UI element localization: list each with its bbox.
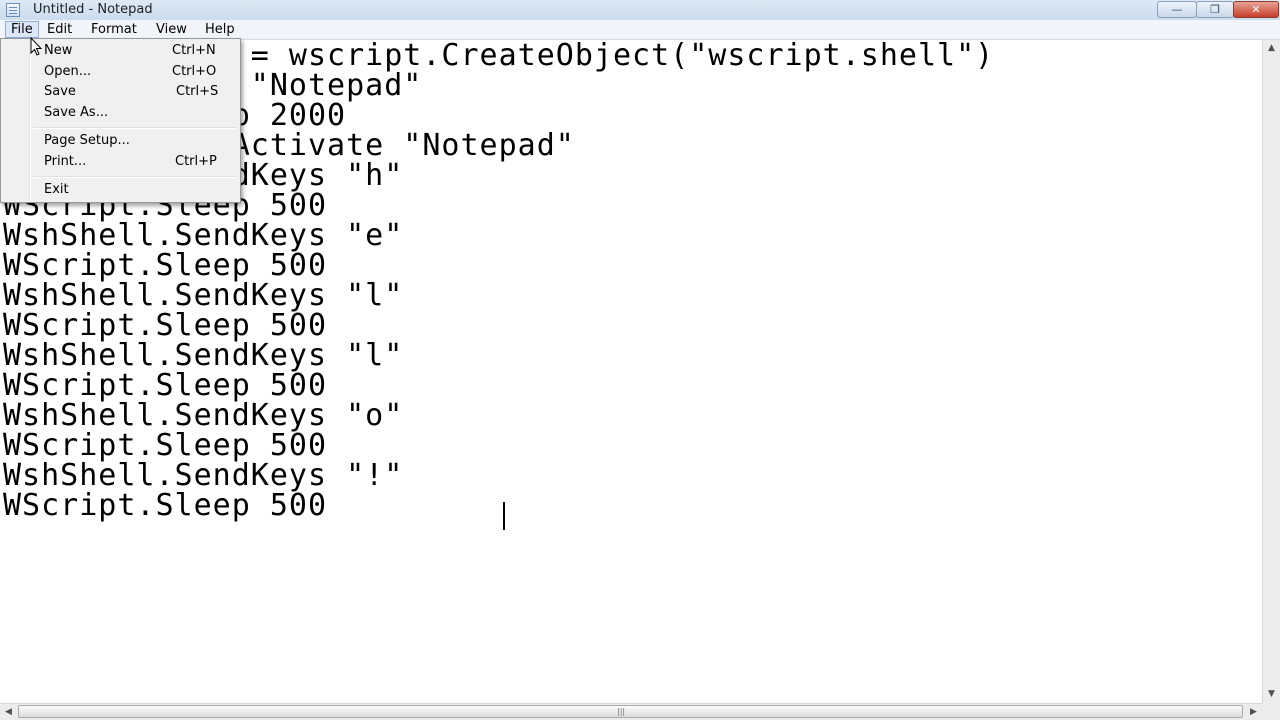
- file-menu-save-shortcut: Ctrl+S: [176, 84, 219, 99]
- notepad-app-icon[interactable]: [6, 3, 20, 17]
- file-menu-exit-label: Exit: [44, 182, 69, 197]
- editor-line-14[interactable]: WScript.Sleep 500: [3, 431, 327, 461]
- file-menu-print[interactable]: Print... Ctrl+P: [3, 152, 238, 172]
- file-menu-dropdown: New Ctrl+N Open... Ctrl+O Save Ctrl+S Sa…: [0, 38, 241, 203]
- file-menu-new-shortcut: Ctrl+N: [172, 43, 216, 58]
- scroll-left-arrow-icon[interactable]: ◀: [0, 704, 17, 720]
- minimize-button[interactable]: —: [1157, 1, 1197, 18]
- file-menu-save-as-label: Save As...: [44, 105, 109, 120]
- menu-separator: [33, 176, 237, 178]
- editor-line-8[interactable]: WScript.Sleep 500: [3, 251, 327, 281]
- scroll-up-arrow-icon[interactable]: ▲: [1263, 40, 1280, 57]
- editor-line-16[interactable]: WScript.Sleep 500: [3, 491, 327, 521]
- editor-line-13[interactable]: WshShell.SendKeys "o": [3, 401, 403, 431]
- maximize-button[interactable]: ❐: [1196, 1, 1234, 18]
- editor-line-9[interactable]: WshShell.SendKeys "l": [3, 281, 403, 311]
- horizontal-scrollbar[interactable]: ◀ ||| ▶: [0, 703, 1262, 720]
- horizontal-scroll-thumb[interactable]: |||: [18, 705, 1243, 718]
- title-bar[interactable]: Untitled - Notepad — ❐ ✕: [0, 0, 1280, 21]
- editor-line-10[interactable]: WScript.Sleep 500: [3, 311, 327, 341]
- menu-file[interactable]: File: [5, 21, 39, 38]
- file-menu-page-setup[interactable]: Page Setup...: [3, 131, 238, 151]
- menu-format[interactable]: Format: [86, 21, 142, 38]
- editor-line-7[interactable]: WshShell.SendKeys "e": [3, 221, 403, 251]
- mouse-pointer-icon: [30, 37, 43, 56]
- text-caret: [503, 502, 505, 530]
- file-menu-exit[interactable]: Exit: [3, 180, 238, 200]
- editor-line-12[interactable]: WScript.Sleep 500: [3, 371, 327, 401]
- scroll-down-arrow-icon[interactable]: ▼: [1263, 686, 1280, 703]
- file-menu-print-label: Print...: [44, 154, 87, 169]
- scroll-right-arrow-icon[interactable]: ▶: [1245, 704, 1262, 720]
- close-button[interactable]: ✕: [1233, 1, 1279, 18]
- size-grip[interactable]: [1262, 703, 1280, 720]
- menu-bar: File Edit Format View Help: [0, 20, 1280, 40]
- scroll-grip-icon: |||: [617, 707, 626, 716]
- file-menu-page-setup-label: Page Setup...: [44, 133, 130, 148]
- menu-edit[interactable]: Edit: [42, 21, 77, 38]
- file-menu-new-label: New: [44, 43, 73, 58]
- menu-separator: [33, 127, 237, 129]
- file-menu-open-label: Open...: [44, 64, 92, 79]
- file-menu-open-shortcut: Ctrl+O: [172, 64, 217, 79]
- file-menu-open[interactable]: Open... Ctrl+O: [3, 62, 238, 82]
- file-menu-save[interactable]: Save Ctrl+S: [3, 82, 238, 102]
- editor-line-15[interactable]: WshShell.SendKeys "!": [3, 461, 403, 491]
- file-menu-save-label: Save: [44, 84, 76, 99]
- menu-help[interactable]: Help: [200, 21, 240, 38]
- menu-view[interactable]: View: [151, 21, 192, 38]
- window-title: Untitled - Notepad: [33, 2, 153, 17]
- vertical-scrollbar[interactable]: ▲ ▼: [1262, 40, 1280, 703]
- editor-line-11[interactable]: WshShell.SendKeys "l": [3, 341, 403, 371]
- file-menu-save-as[interactable]: Save As...: [3, 103, 238, 123]
- file-menu-print-shortcut: Ctrl+P: [175, 154, 217, 169]
